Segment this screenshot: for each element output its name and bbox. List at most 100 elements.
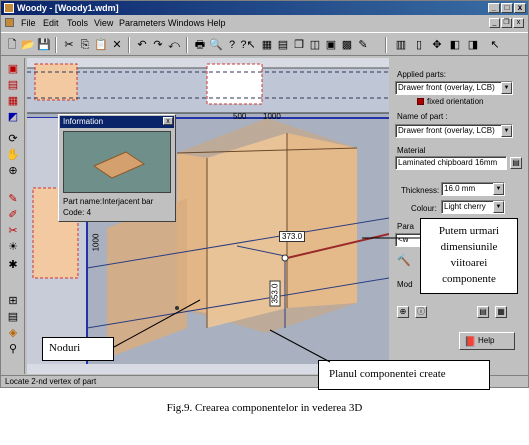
zoom-icon[interactable]: 🔍 — [208, 37, 224, 53]
help-button-label: Help — [478, 336, 495, 345]
ruler-label-500: 500 — [233, 112, 247, 121]
parts-icon[interactable]: ❒ — [291, 37, 307, 53]
title-bar: Woody - [Woody1.wdm] — [1, 1, 528, 15]
menu-edit[interactable]: Edit — [43, 16, 59, 30]
information-window[interactable]: Information x Part name:Interjacent bar … — [58, 114, 176, 222]
select-icon[interactable]: ◩ — [5, 110, 21, 124]
materials-icon[interactable]: ◫ — [307, 37, 323, 53]
applied-parts-select[interactable]: Drawer front (overlay, LCB) ▼ — [395, 81, 513, 95]
tag-icon[interactable]: ◧ — [447, 37, 463, 53]
render-icon[interactable]: ▣ — [323, 37, 339, 53]
rectangle-icon[interactable]: ▣ — [5, 62, 21, 76]
drill-icon[interactable]: ✎ — [5, 192, 21, 206]
parameters-value: <w — [398, 235, 409, 244]
woody-window: Woody - [Woody1.wdm] _ □ x File Edit Too… — [0, 0, 529, 388]
info-icon[interactable]: ⓘ — [415, 306, 427, 318]
colour-select[interactable]: Light cherry ▼ — [441, 200, 505, 214]
name-of-part-select[interactable]: Drawer front (overlay, LCB) ▼ — [395, 124, 513, 138]
mdi-restore-button[interactable]: ❐ — [501, 18, 512, 28]
chevron-down-icon[interactable]: ▼ — [493, 183, 504, 195]
minimize-button[interactable]: _ — [488, 3, 500, 13]
wand-icon[interactable]: ✎ — [355, 37, 371, 53]
copy-icon[interactable]: ⎘ — [77, 37, 93, 53]
move-icon[interactable]: ✥ — [429, 37, 445, 53]
print-icon[interactable]: 🖶 — [192, 37, 208, 53]
callout-dimensions-line: viitoarei — [450, 257, 488, 269]
grid-view-icon[interactable]: ▦ — [495, 306, 507, 318]
menu-parameters[interactable]: Parameters — [119, 16, 166, 30]
menu-help[interactable]: Help — [207, 16, 226, 30]
open-icon[interactable]: 📂 — [20, 37, 36, 53]
layers-icon[interactable]: ▤ — [275, 37, 291, 53]
window-title: Woody - [Woody1.wdm] — [17, 3, 119, 13]
tool-icon[interactable]: 🔨 — [397, 254, 411, 267]
part-code-text: Code: 4 — [63, 208, 92, 217]
information-close-button[interactable]: x — [163, 117, 173, 125]
table-icon[interactable]: ▤ — [5, 310, 21, 324]
image-icon[interactable]: ▩ — [339, 37, 355, 53]
callout-dimensions: Putem urmari dimensiunile viitoarei comp… — [420, 218, 518, 294]
fixed-orientation-checkbox[interactable] — [417, 98, 424, 105]
menu-tools[interactable]: Tools — [67, 16, 88, 30]
delete-icon[interactable]: ✕ — [109, 37, 125, 53]
toolbar-separator — [186, 37, 188, 53]
dimension-label-horizontal[interactable]: 373.0 — [279, 231, 306, 242]
tree-icon[interactable]: ⊞ — [5, 294, 21, 308]
zoom-view-icon[interactable]: ⊕ — [5, 164, 21, 178]
cabinet-icon[interactable]: ▥ — [393, 37, 409, 53]
grid-icon[interactable]: ▦ — [259, 37, 275, 53]
material-select[interactable]: Laminated chipboard 16mm — [395, 156, 507, 170]
material-browse-button[interactable]: ▤ — [510, 157, 522, 169]
toolbar-separator — [55, 37, 57, 53]
mdi-minimize-button[interactable]: _ — [489, 18, 500, 28]
maximize-button[interactable]: □ — [501, 3, 513, 13]
pointer-icon[interactable]: ↖ — [487, 37, 503, 53]
help-button[interactable]: 📕 Help — [459, 332, 515, 350]
shape-icon[interactable]: ▦ — [5, 94, 21, 108]
pan-icon[interactable]: ✋ — [5, 148, 21, 162]
add-icon[interactable]: ⊕ — [397, 306, 409, 318]
panel-icon[interactable]: ▯ — [411, 37, 427, 53]
thickness-select[interactable]: 16.0 mm ▼ — [441, 182, 505, 196]
menu-windows[interactable]: Windows — [168, 16, 205, 30]
cabinet-right-side — [287, 133, 357, 308]
undo-icon[interactable]: ↶ — [134, 37, 150, 53]
node-point — [175, 306, 179, 310]
applied-parts-label: Applied parts: — [397, 70, 446, 79]
menu-view[interactable]: View — [94, 16, 113, 30]
explode-icon[interactable]: ✱ — [5, 258, 21, 272]
left-toolbar: ▣ ▤ ▦ ◩ ⟳ ✋ ⊕ ✎ ✐ ✂ ☀ ✱ ⊞ ▤ ◈ ⚲ — [1, 58, 25, 374]
redo-icon[interactable]: ↷ — [150, 37, 166, 53]
rotate-icon[interactable]: ⟳ — [5, 132, 21, 146]
light-icon[interactable]: ☀ — [5, 240, 21, 254]
close-button[interactable]: x — [514, 3, 526, 13]
dimension-label-vertical[interactable]: 353.0 — [269, 280, 281, 307]
name-of-part-label: Name of part : — [397, 112, 448, 121]
mdi-close-button[interactable]: x — [513, 18, 524, 28]
paint-icon[interactable]: ◨ — [465, 37, 481, 53]
app-icon — [4, 3, 14, 13]
document-icon[interactable] — [5, 18, 14, 27]
menu-file[interactable]: File — [21, 16, 36, 30]
paste-icon[interactable]: 📋 — [93, 37, 109, 53]
chevron-down-icon[interactable]: ▼ — [501, 82, 512, 94]
applied-parts-value: Drawer front (overlay, LCB) — [398, 83, 495, 92]
new-icon[interactable]: 🗋 — [4, 37, 20, 53]
book-icon: 📕 — [464, 337, 477, 348]
chevron-down-icon[interactable]: ▼ — [493, 201, 504, 213]
whats-this-icon[interactable]: ?↖ — [240, 37, 256, 53]
list-icon[interactable]: ▤ — [477, 306, 489, 318]
cut-icon[interactable]: ✂ — [61, 37, 77, 53]
help-icon[interactable]: ? — [224, 37, 240, 53]
save-icon[interactable]: 💾 — [36, 37, 52, 53]
undo-list-icon[interactable]: ⤺ — [166, 37, 182, 53]
pin-icon[interactable]: ⚲ — [5, 342, 21, 356]
cut-part-icon[interactable]: ✂ — [5, 224, 21, 238]
thickness-value: 16.0 mm — [444, 184, 476, 193]
box-icon[interactable]: ▤ — [5, 78, 21, 92]
colour-value: Light cherry — [444, 202, 486, 211]
chevron-down-icon[interactable]: ▼ — [501, 125, 512, 137]
colour-label: Colour: — [411, 204, 437, 213]
cube-icon[interactable]: ◈ — [5, 326, 21, 340]
edge-icon[interactable]: ✐ — [5, 208, 21, 222]
